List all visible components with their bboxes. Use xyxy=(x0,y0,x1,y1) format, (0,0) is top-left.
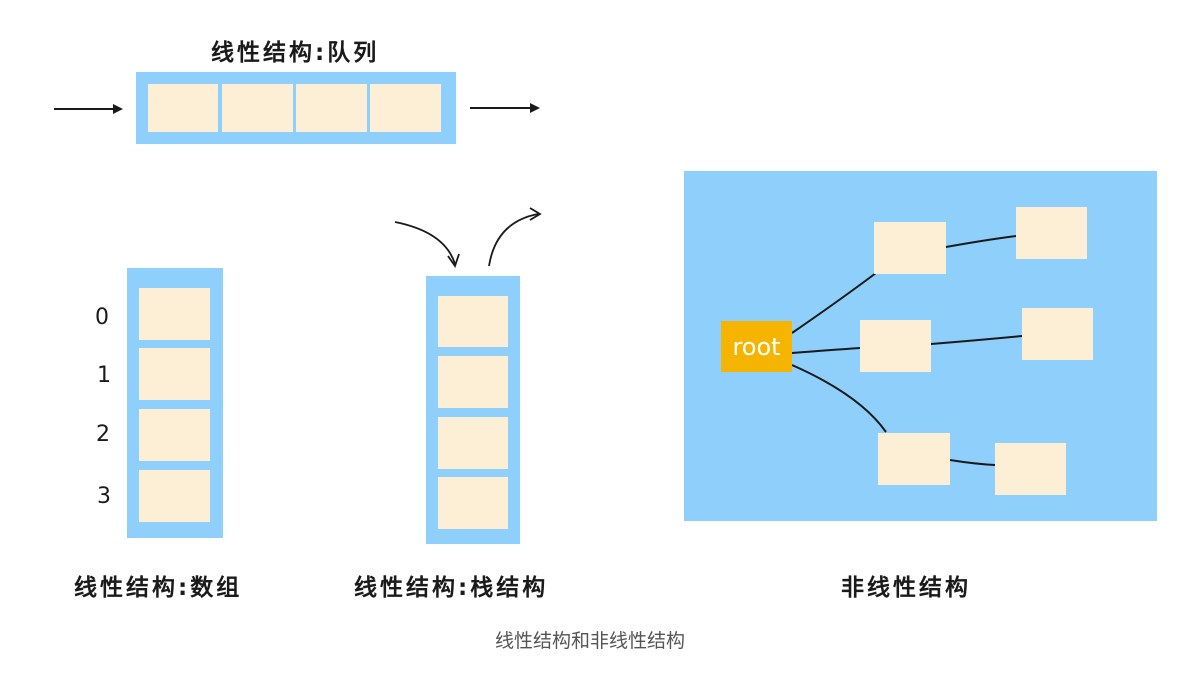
tree-edge-child3-leaf3 xyxy=(949,459,996,466)
tree-root-node: root xyxy=(721,321,792,372)
tree-child-node-2 xyxy=(860,320,931,372)
tree-edge-root-child3 xyxy=(791,364,887,433)
tree-edge-root-child2 xyxy=(791,347,861,354)
stack-pop-arrow xyxy=(488,213,539,267)
tree-edge-child2-leaf2 xyxy=(930,335,1023,345)
tree-title: 非线性结构 xyxy=(841,575,971,601)
tree-edge-child1-leaf1 xyxy=(945,235,1017,248)
queue-dequeue-arrowhead xyxy=(530,103,540,113)
figure-caption: 线性结构和非线性结构 xyxy=(495,630,686,652)
tree-leaf-node-3 xyxy=(995,443,1066,495)
stack-push-arrow xyxy=(394,221,456,265)
tree-leaf-node-2 xyxy=(1022,308,1093,360)
queue-enqueue-arrowhead xyxy=(113,104,123,114)
tree-leaf-node-1 xyxy=(1016,207,1087,259)
tree-child-node-1 xyxy=(874,222,946,274)
tree-child-node-3 xyxy=(878,433,950,485)
